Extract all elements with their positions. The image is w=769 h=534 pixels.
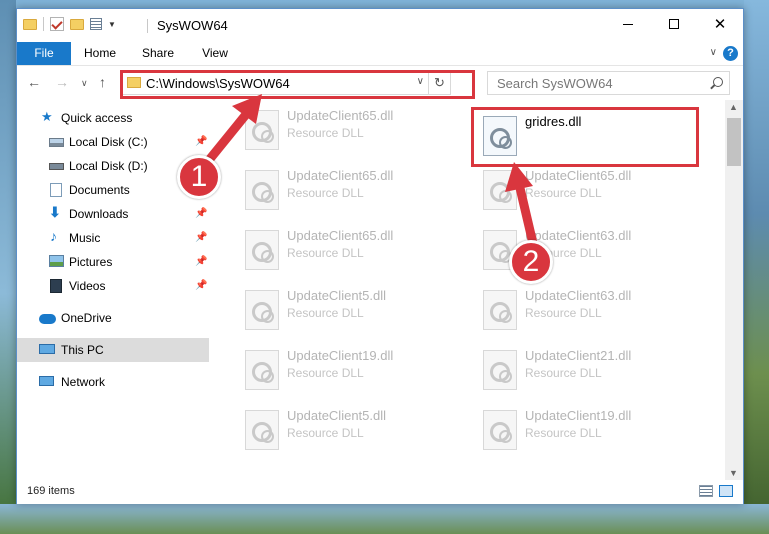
annotation-arrows	[201, 94, 540, 254]
step-2-badge: 2	[509, 240, 553, 284]
arrow-1-shaft	[201, 109, 252, 168]
arrow-2-head	[505, 162, 533, 192]
step-1-badge: 1	[177, 155, 221, 199]
